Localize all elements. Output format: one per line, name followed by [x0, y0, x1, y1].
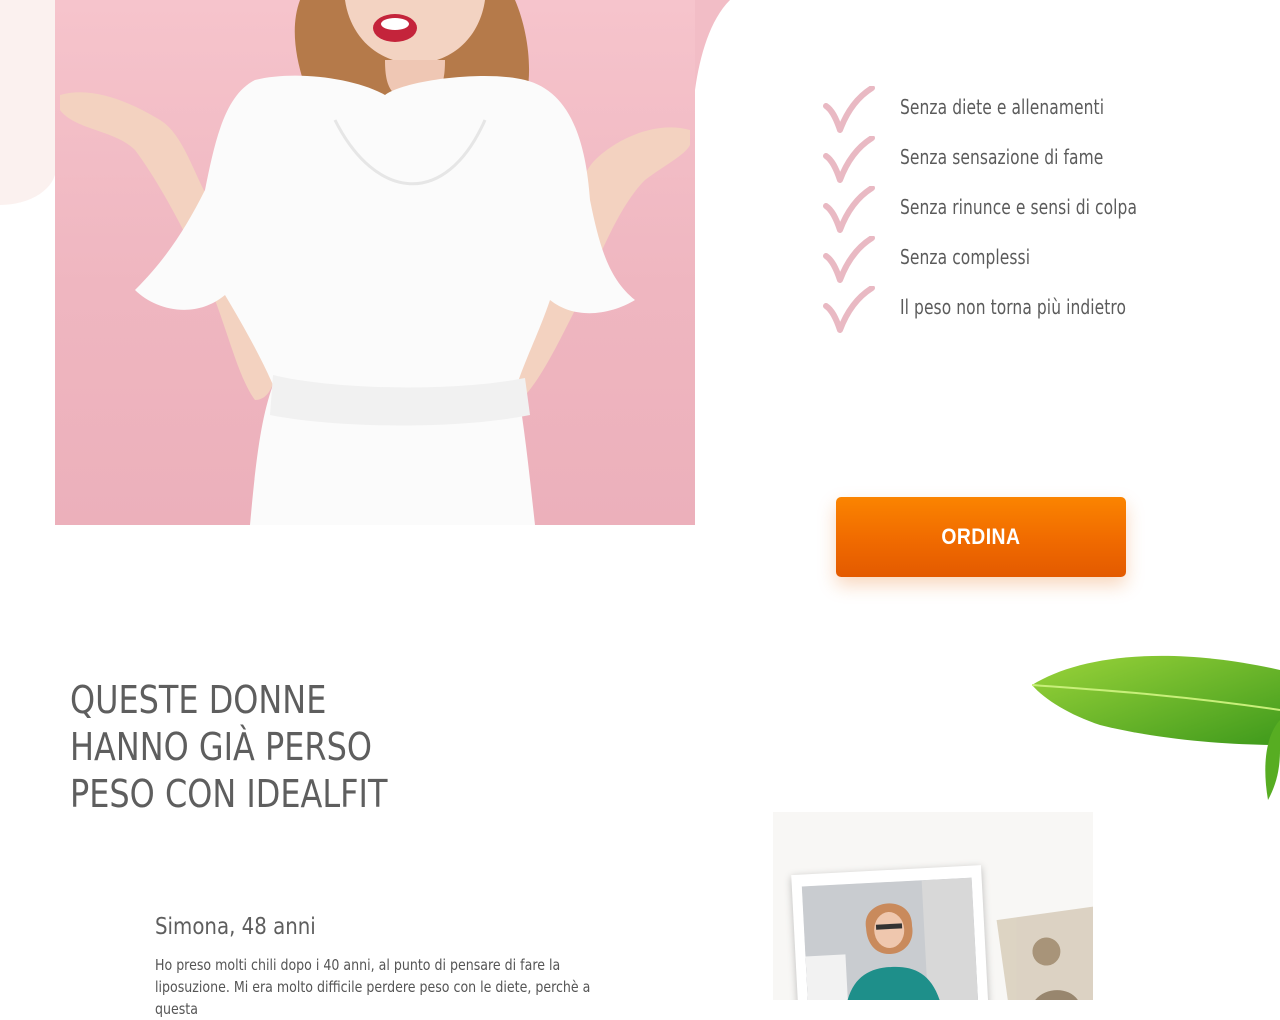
leaf-decoration-icon [1031, 655, 1280, 800]
testimonial-name: Simona, 48 anni [155, 914, 316, 940]
benefits-list: Senza diete e allenamenti Senza sensazio… [822, 82, 1176, 333]
checkmark-icon [823, 136, 875, 183]
benefit-label: Senza sensazione di fame [900, 145, 1104, 169]
testimonial-text: Ho preso molti chili dopo i 40 anni, al … [155, 954, 625, 1020]
hero-woman-photo [55, 0, 695, 525]
benefit-label: Senza complessi [900, 245, 1031, 269]
checkmark-icon [823, 186, 875, 233]
order-button-label: ORDINA [941, 524, 1021, 549]
checkmark-icon [823, 86, 875, 133]
benefit-item: Senza sensazione di fame [822, 132, 1176, 183]
checkmark-icon [823, 286, 875, 333]
hero-curve-mask [695, 0, 755, 90]
order-button[interactable]: ORDINA [836, 497, 1126, 577]
before-photo [996, 904, 1093, 1000]
testimonial-text-line: Ho preso molti chili dopo i 40 anni, al … [155, 956, 561, 974]
benefit-item: Senza rinunce e sensi di colpa [822, 182, 1176, 233]
heading-line: QUESTE DONNE [70, 678, 327, 722]
decorative-background-shape [0, 0, 56, 205]
benefit-label: Senza diete e allenamenti [900, 95, 1105, 119]
heading-line: PESO CON IDEALFIT [70, 772, 388, 816]
after-photo [791, 865, 989, 1000]
benefit-item: Senza diete e allenamenti [822, 82, 1176, 133]
checkmark-icon [823, 236, 875, 283]
benefit-item: Il peso non torna più indietro [822, 282, 1176, 333]
testimonial-photo [773, 812, 1093, 1000]
testimonial-text-line: liposuzione. Mi era molto difficile perd… [155, 978, 591, 1018]
benefit-label: Senza rinunce e sensi di colpa [900, 195, 1138, 219]
heading-line: HANNO GIÀ PERSO [70, 725, 372, 769]
benefit-item: Senza complessi [822, 232, 1176, 283]
testimonials-heading: QUESTE DONNE HANNO GIÀ PERSO PESO CON ID… [70, 677, 387, 818]
benefit-label: Il peso non torna più indietro [900, 295, 1127, 319]
